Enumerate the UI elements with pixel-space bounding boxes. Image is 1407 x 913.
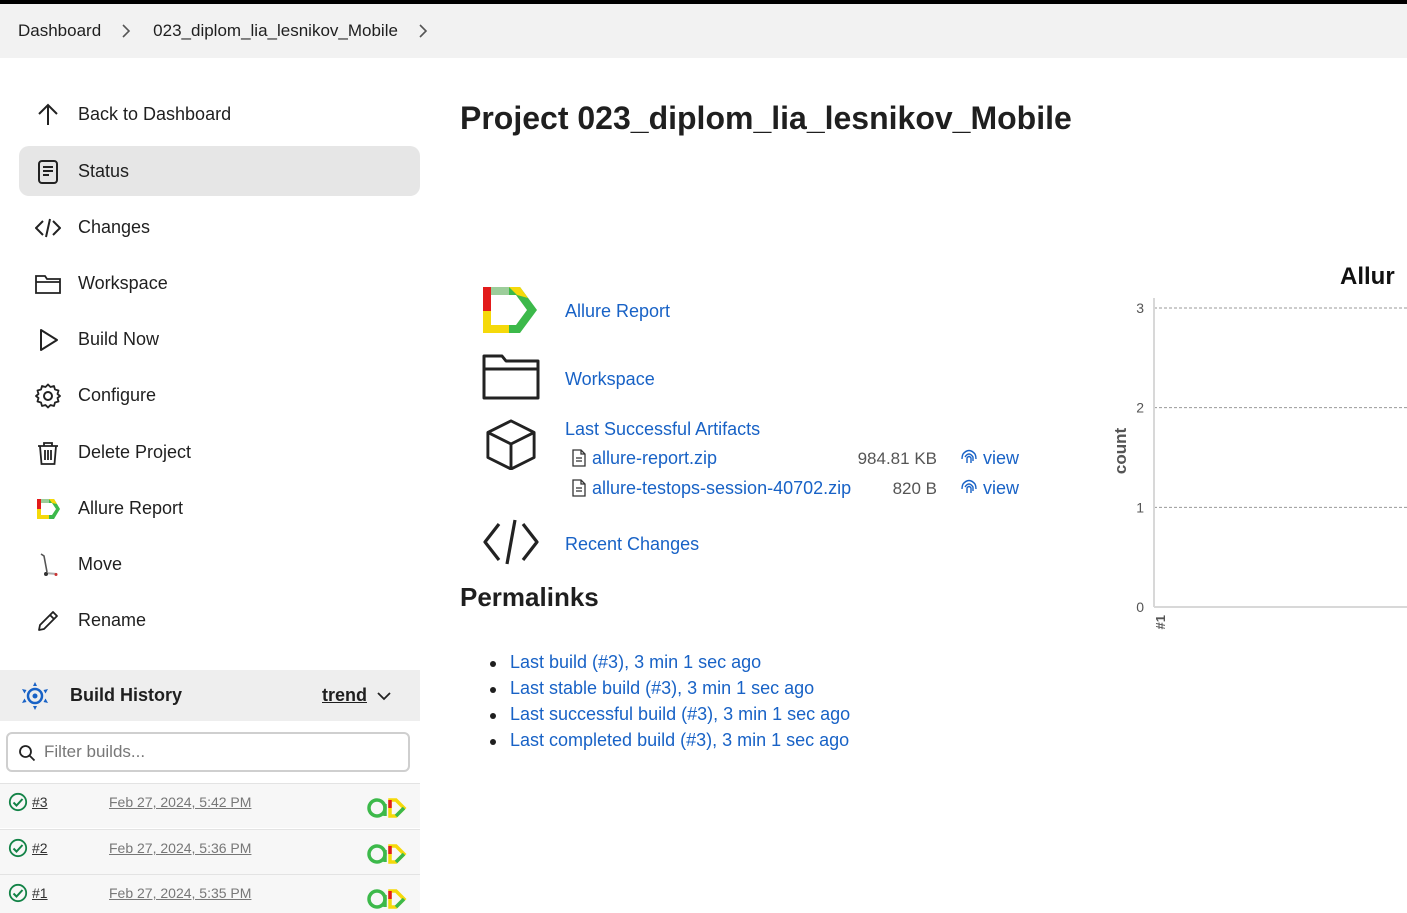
sidebar-item-allure-report[interactable]: Allure Report [19,483,420,533]
chart-y-axis-label: count [1111,428,1130,475]
folder-icon[interactable] [482,352,540,404]
view-artifact-link[interactable]: view [983,478,1019,499]
sidebar-item-label: Back to Dashboard [78,103,232,124]
file-icon [572,449,586,467]
move-icon [35,552,61,578]
sidebar-item-back-to-dashboard[interactable]: Back to Dashboard [19,89,420,139]
allure-icon [35,496,61,522]
sidebar-item-changes[interactable]: Changes [19,202,420,252]
artifact-size: 984.81 KB [857,449,937,468]
play-icon [35,327,61,353]
success-check-icon [8,883,28,903]
chevron-down-icon[interactable] [376,688,392,704]
permalink-last-build[interactable]: Last build (#3), 3 min 1 sec ago [510,652,761,672]
allure-build-icon[interactable] [366,842,408,866]
build-history-header: Build History trend [0,670,420,721]
build-date-link[interactable]: Feb 27, 2024, 5:42 PM [109,794,251,810]
chart-y-tick-label: 1 [1136,499,1144,515]
sidebar-item-label: Changes [78,216,151,237]
file-icon [572,479,586,497]
build-history-icon [22,682,48,710]
trash-icon [35,440,61,466]
success-check-icon [8,792,28,812]
search-icon [19,745,36,762]
last-successful-artifacts-link[interactable]: Last Successful Artifacts [565,419,760,440]
build-number-link[interactable]: #3 [32,794,48,810]
breadcrumb-project[interactable]: 023_diplom_lia_lesnikov_Mobile [153,21,398,41]
view-artifact-link[interactable]: view [983,448,1019,469]
sidebar-item-label: Status [78,160,130,181]
chart-y-tick-label: 0 [1136,599,1144,615]
list-item: Last stable build (#3), 3 min 1 sec ago [489,678,850,704]
sidebar-item-label: Build Now [78,328,160,349]
build-row: #3 Feb 27, 2024, 5:42 PM [0,783,420,828]
fingerprint-icon[interactable] [960,476,978,496]
sidebar-item-move[interactable]: Move [19,539,420,589]
artifact-link[interactable]: allure-report.zip [592,448,717,469]
sidebar-item-label: Move [78,553,123,574]
artifact-link[interactable]: allure-testops-session-40702.zip [592,478,851,499]
filter-builds-input[interactable] [44,738,404,766]
arrow-up-icon [35,102,61,128]
sidebar-item-configure[interactable]: Configure [19,370,420,420]
build-history-title: Build History [70,685,183,705]
sidebar-item-label: Rename [78,609,147,630]
permalink-last-successful-build[interactable]: Last successful build (#3), 3 min 1 sec … [510,704,850,724]
sidebar-item-label: Allure Report [78,497,184,518]
chart-y-tick-label: 2 [1136,400,1144,416]
workspace-link[interactable]: Workspace [565,369,655,390]
sidebar-item-delete-project[interactable]: Delete Project [19,427,420,477]
allure-report-icon[interactable] [482,285,540,337]
breadcrumb: Dashboard 023_diplom_lia_lesnikov_Mobile [0,4,1407,58]
success-check-icon [8,838,28,858]
chart-title: Allur [1340,263,1395,290]
page-title: Project 023_diplom_lia_lesnikov_Mobile [460,100,1072,136]
build-row: #2 Feb 27, 2024, 5:36 PM [0,829,420,874]
sidebar-item-label: Delete Project [78,441,192,462]
build-row: #1 Feb 27, 2024, 5:35 PM [0,874,420,913]
permalink-last-completed-build[interactable]: Last completed build (#3), 3 min 1 sec a… [510,730,849,750]
build-date-link[interactable]: Feb 27, 2024, 5:36 PM [109,840,251,856]
list-item: Last successful build (#3), 3 min 1 sec … [489,704,850,730]
code-icon[interactable] [482,516,540,568]
pencil-icon [35,608,61,634]
package-icon[interactable] [482,418,540,470]
sidebar-item-workspace[interactable]: Workspace [19,258,420,308]
document-icon [35,159,61,185]
code-icon [35,215,61,241]
permalinks-list: Last build (#3), 3 min 1 sec ago Last st… [489,652,850,756]
sidebar-item-label: Configure [78,384,157,405]
chart-y-tick-label: 3 [1136,300,1144,316]
folder-icon [35,271,61,297]
list-item: Last build (#3), 3 min 1 sec ago [489,652,850,678]
sidebar-item-rename[interactable]: Rename [19,595,420,645]
chart-x-tick-label: #1 [1153,615,1168,629]
chevron-right-icon[interactable] [418,24,428,38]
allure-build-icon[interactable] [366,887,408,911]
filter-builds-field [6,732,410,772]
fingerprint-icon[interactable] [960,446,978,466]
permalinks-title: Permalinks [460,582,599,612]
build-date-link[interactable]: Feb 27, 2024, 5:35 PM [109,885,251,901]
gear-icon [35,383,61,409]
recent-changes-link[interactable]: Recent Changes [565,534,699,555]
breadcrumb-dashboard[interactable]: Dashboard [18,21,101,41]
build-number-link[interactable]: #1 [32,885,48,901]
trend-link[interactable]: trend [322,685,367,706]
list-item: Last completed build (#3), 3 min 1 sec a… [489,730,850,756]
sidebar-item-label: Workspace [78,272,168,293]
artifact-size: 820 B [892,479,937,498]
permalink-last-stable-build[interactable]: Last stable build (#3), 3 min 1 sec ago [510,678,814,698]
allure-build-icon[interactable] [366,796,408,820]
sidebar-item-status[interactable]: Status [19,146,420,196]
sidebar-item-build-now[interactable]: Build Now [19,314,420,364]
allure-report-link[interactable]: Allure Report [565,301,670,322]
chevron-right-icon[interactable] [121,24,131,38]
build-number-link[interactable]: #2 [32,840,48,856]
allure-trend-chart[interactable]: Allur count 0 1 2 3 #1 [1100,255,1407,655]
